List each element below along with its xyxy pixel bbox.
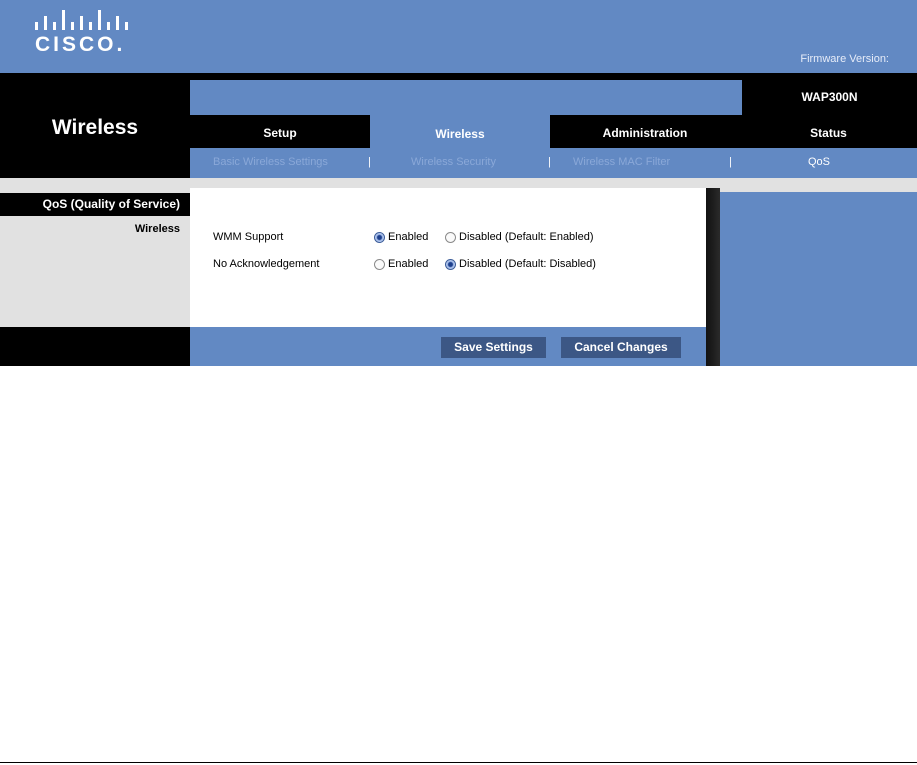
subtab-separator: | <box>729 156 732 168</box>
wmm-enabled-option[interactable]: Enabled <box>374 231 428 243</box>
no-ack-disabled-option[interactable]: Disabled (Default: Disabled) <box>445 258 596 270</box>
subtab-wireless-security[interactable]: Wireless Security <box>411 148 496 178</box>
footer-left <box>0 327 190 366</box>
subtab-wireless-mac-filter[interactable]: Wireless MAC Filter <box>573 148 670 178</box>
content-top-strip <box>0 178 917 188</box>
model-name: WAP300N <box>801 90 858 104</box>
save-settings-button[interactable]: Save Settings <box>441 337 546 358</box>
subtab-basic-wireless-settings[interactable]: Basic Wireless Settings <box>213 148 328 178</box>
no-acknowledgement-label: No Acknowledgement <box>213 258 320 270</box>
firmware-version-label: Firmware Version: <box>800 53 889 65</box>
subtab-separator: | <box>368 156 371 168</box>
cancel-changes-button[interactable]: Cancel Changes <box>561 337 681 358</box>
header-band <box>0 0 917 73</box>
tab-setup[interactable]: Setup <box>190 117 370 147</box>
cisco-logo-text: CISCO. <box>35 33 126 56</box>
right-panel <box>720 192 917 366</box>
wmm-support-label: WMM Support <box>213 231 284 243</box>
wmm-disabled-label: Disabled (Default: Enabled) <box>459 231 594 243</box>
title-bar <box>190 80 742 115</box>
no-ack-disabled-radio[interactable] <box>445 258 456 270</box>
tab-wireless[interactable]: Wireless <box>370 114 550 149</box>
no-ack-enabled-label: Enabled <box>388 258 429 270</box>
wmm-disabled-option[interactable]: Disabled (Default: Enabled) <box>445 231 594 243</box>
no-ack-disabled-label: Disabled (Default: Disabled) <box>459 258 596 270</box>
wmm-disabled-radio[interactable] <box>445 231 456 243</box>
cisco-bridge-icon <box>35 10 128 30</box>
no-ack-enabled-radio[interactable] <box>374 258 385 270</box>
tab-status[interactable]: Status <box>740 117 917 147</box>
subtab-qos[interactable]: QoS <box>808 148 830 178</box>
tab-administration[interactable]: Administration <box>550 117 740 147</box>
wmm-enabled-radio[interactable] <box>374 231 385 243</box>
panel-shadow <box>706 188 720 366</box>
page-bottom-rule <box>0 762 917 763</box>
section-title: Wireless <box>51 116 139 139</box>
subtab-separator: | <box>548 156 551 168</box>
sidebar-heading: QoS (Quality of Service) <box>42 197 180 211</box>
sidebar-subheading: Wireless <box>134 223 180 235</box>
no-ack-enabled-option[interactable]: Enabled <box>374 258 428 270</box>
wmm-enabled-label: Enabled <box>388 231 429 243</box>
